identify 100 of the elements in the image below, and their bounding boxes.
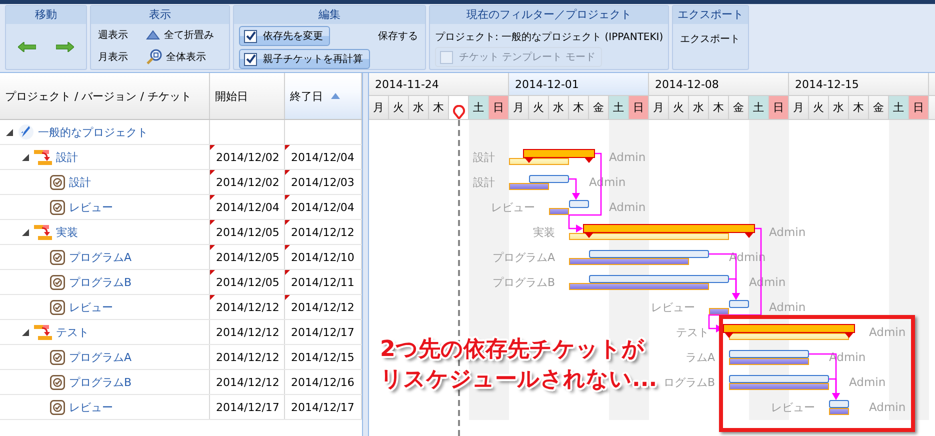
day-cell: 月 xyxy=(509,96,529,119)
expander-icon[interactable] xyxy=(22,154,29,160)
planned-bar[interactable] xyxy=(529,175,569,183)
column-header[interactable]: 終了日 xyxy=(285,73,362,119)
expander-icon[interactable] xyxy=(6,128,13,136)
checkbox-button[interactable]: 親子チケットを再計算 xyxy=(239,49,370,69)
checkbox[interactable] xyxy=(244,52,257,66)
left-arrow-icon[interactable] xyxy=(18,42,36,52)
date-cell: 2014/12/05 xyxy=(216,250,280,264)
tree-item-label[interactable]: レビュー xyxy=(69,400,113,414)
group-title: エクスポート xyxy=(673,6,748,24)
date-cell: 2014/12/02 xyxy=(216,150,280,164)
summary-bar[interactable] xyxy=(723,324,855,338)
toolbar-button[interactable]: 週表示 xyxy=(96,26,138,44)
day-cell: 木 xyxy=(849,96,869,119)
assignee-label: Admin xyxy=(609,150,646,164)
date-cell: 2014/12/12 xyxy=(291,300,354,314)
planned-bar[interactable] xyxy=(729,375,829,383)
date-cell: 2014/12/17 xyxy=(216,400,280,414)
expander-icon[interactable] xyxy=(22,328,29,336)
group-title: 現在のフィルター／プロジェクト xyxy=(430,6,668,24)
bar-label: 設計 xyxy=(473,151,495,164)
summary-bar[interactable] xyxy=(583,224,755,238)
bar-label: テスト xyxy=(676,326,709,339)
date-cell: 2014/12/15 xyxy=(291,350,354,364)
day-cell: 火 xyxy=(669,96,689,119)
planned-bar[interactable] xyxy=(589,275,729,283)
assignee-label: Admin xyxy=(609,200,646,214)
expander-icon[interactable] xyxy=(22,228,29,236)
day-cell: 土 xyxy=(609,96,629,119)
day-cell: 土 xyxy=(469,96,489,119)
tree-item-label[interactable]: レビュー xyxy=(69,300,113,314)
project-filter-label: プロジェクト: 一般的なプロジェクト (IPPANTEKI) xyxy=(435,30,664,44)
column-title: 開始日 xyxy=(215,88,248,104)
date-cell: 2014/12/10 xyxy=(291,250,354,264)
assignee-label: Admin xyxy=(769,225,806,239)
tree-item-label[interactable]: レビュー xyxy=(69,200,113,214)
day-cell: 火 xyxy=(809,96,829,119)
right-arrow-icon[interactable] xyxy=(56,42,74,52)
column-header[interactable]: プロジェクト / バージョン / チケット xyxy=(0,73,210,119)
ticket-icon xyxy=(50,350,65,364)
week-header: 2014-11-24 xyxy=(369,73,509,95)
day-cell: 火 xyxy=(529,96,549,119)
toolbar-button[interactable]: 全て折畳み xyxy=(144,26,224,44)
planned-bar[interactable] xyxy=(829,400,849,408)
triangle-icon xyxy=(146,30,160,40)
week-header xyxy=(929,73,935,95)
week-header: 2014-12-08 xyxy=(649,73,789,95)
assignee-label: Admin xyxy=(869,325,906,339)
date-cell: 2014/12/17 xyxy=(291,326,354,338)
tree-item-label[interactable]: 一般的なプロジェクト xyxy=(38,124,148,140)
sort-ascending-icon xyxy=(331,93,340,99)
checkbox[interactable] xyxy=(244,30,257,42)
date-cell: 2014/12/04 xyxy=(216,200,280,214)
ticket-icon xyxy=(50,174,65,190)
tree-item-label[interactable]: テスト xyxy=(56,324,89,340)
ticket-icon xyxy=(50,200,65,214)
toolbar-button[interactable]: 保存する xyxy=(376,27,420,45)
day-cell: 日 xyxy=(489,96,509,119)
bar-label: 実装 xyxy=(533,226,555,239)
annotation-text: 2つ先の依存先チケットが xyxy=(380,336,646,364)
day-cell: 月 xyxy=(369,96,389,119)
tree-item-label[interactable]: 実装 xyxy=(56,224,78,240)
day-cell xyxy=(929,96,935,119)
tree-item-label[interactable]: 設計 xyxy=(69,174,91,190)
tree-item-label[interactable]: プログラムB xyxy=(69,274,132,290)
planned-bar[interactable] xyxy=(729,300,749,308)
tree-item-label[interactable]: プログラムA xyxy=(69,350,132,364)
toolbar-button[interactable]: 全体表示 xyxy=(144,47,224,67)
planned-bar[interactable] xyxy=(589,250,709,258)
day-cell: 土 xyxy=(889,96,909,119)
magnifier-icon xyxy=(146,49,162,65)
day-cell: 月 xyxy=(649,96,669,119)
week-header: 2014-12-15 xyxy=(789,73,929,95)
tree-item-label[interactable]: 設計 xyxy=(56,150,78,164)
ticket-icon xyxy=(50,274,65,290)
date-cell: 2014/12/11 xyxy=(291,276,354,288)
date-cell: 2014/12/16 xyxy=(291,376,354,388)
date-cell: 2014/12/02 xyxy=(216,176,280,188)
date-cell: 2014/12/04 xyxy=(291,200,354,214)
tree-item-label[interactable]: プログラムA xyxy=(69,250,132,264)
date-cell: 2014/12/05 xyxy=(216,226,280,238)
date-cell: 2014/12/17 xyxy=(291,400,354,414)
day-cell: 木 xyxy=(569,96,589,119)
toolbar-button[interactable]: エクスポート xyxy=(678,30,742,48)
date-cell: 2014/12/12 xyxy=(216,300,280,314)
parent-ticket-icon xyxy=(34,149,52,165)
tree-item-label[interactable]: プログラムB xyxy=(69,374,132,390)
day-cell: 日 xyxy=(769,96,789,119)
ticket-icon xyxy=(50,374,65,390)
bar-label: レビュー xyxy=(651,301,695,314)
day-cell: 水 xyxy=(409,96,429,119)
column-header[interactable]: 開始日 xyxy=(210,73,285,119)
group-title: 表示 xyxy=(91,6,229,24)
toolbar-button[interactable]: 月表示 xyxy=(96,48,138,66)
summary-bar[interactable] xyxy=(523,149,595,163)
checkbox-button[interactable]: 依存先を変更 xyxy=(239,26,330,46)
planned-bar[interactable] xyxy=(729,350,809,358)
date-cell: 2014/12/12 xyxy=(216,376,280,388)
planned-bar[interactable] xyxy=(569,200,589,208)
